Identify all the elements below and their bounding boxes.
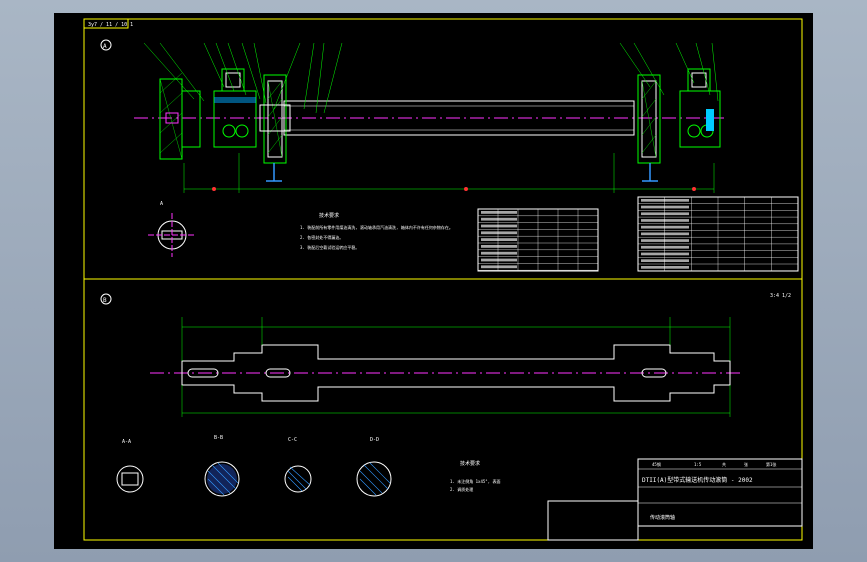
svg-text:共: 共: [722, 461, 726, 467]
revision-table: [547, 500, 639, 541]
parts-row-text: [641, 225, 689, 229]
parts-row-text: [641, 219, 689, 222]
tech-req-line-3: 3. 装配后空载试验运转应平稳。: [300, 244, 359, 250]
parts-row-text: [481, 217, 517, 221]
svg-text:张: 张: [744, 461, 748, 467]
tech-req-heading: 技术要求: [319, 212, 339, 219]
svg-text:45钢: 45钢: [652, 461, 661, 467]
svg-text:C-C: C-C: [288, 437, 297, 443]
svg-text:D-D: D-D: [370, 437, 379, 443]
tech-req-line-2: 2. 各密封处不得漏油。: [300, 234, 343, 240]
parts-row-text: [481, 265, 517, 269]
svg-text:A-A: A-A: [122, 439, 131, 445]
view-a-label: A: [103, 43, 107, 50]
svg-text:第1张: 第1张: [766, 461, 776, 467]
parts-row-text: [641, 205, 689, 209]
lower-req-heading: 技术要求: [460, 460, 480, 467]
lower-req-line-2: 2. 调质处理: [450, 486, 473, 492]
upper-assembly-view: A A 技术要求 1. 装配前所有零件用煤油清洗, 滚动轴承用汽油清洗, 箱体内…: [100, 39, 799, 272]
parts-row-text: [641, 199, 689, 202]
title-block: DTII(A)型带式输送机传动滚筒 - 2002 传动滚筒轴 45钢 1:5 共…: [637, 458, 803, 527]
tech-req-line-1: 1. 装配前所有零件用煤油清洗, 滚动轴承用汽油清洗, 箱体内不许有任何杂物存在…: [300, 224, 453, 230]
view-b-label: B: [103, 297, 107, 304]
parts-row-text: [641, 239, 689, 242]
section-a-label: A: [160, 201, 163, 207]
parts-row-text: [481, 251, 517, 255]
parts-row-text: [641, 245, 689, 249]
cad-drawing: 3y7 / 11 / 10 1 A A 技术要求 1. 装配前所有零件用煤油清洗…: [83, 18, 803, 541]
parts-row-text: [641, 212, 689, 216]
corner-tag-text: 3y7 / 11 / 10 1: [88, 22, 133, 28]
lower-shaft-view: B 3:4 1/2 A-A B-B C-C D-D 技术要求 1. 未注倒角 1…: [100, 293, 803, 541]
section-views: A-A B-B C-C D-D: [116, 435, 392, 497]
title-block-main-title: DTII(A)型带式输送机传动滚筒 - 2002: [642, 476, 753, 484]
scale-note: 3:4 1/2: [770, 293, 791, 299]
parts-row-text: [641, 259, 689, 262]
parts-row-text: [481, 211, 517, 214]
parts-table-grid: [477, 208, 598, 271]
svg-text:B-B: B-B: [214, 435, 223, 441]
parts-row-text: [481, 224, 517, 228]
parts-row-text: [641, 232, 689, 236]
title-block-subtitle: 传动滚筒轴: [650, 514, 675, 521]
svg-text:1:5: 1:5: [694, 462, 702, 467]
parts-row-text: [641, 266, 689, 269]
drawing-canvas[interactable]: 3y7 / 11 / 10 1 A A 技术要求 1. 装配前所有零件用煤油清洗…: [54, 13, 813, 549]
lower-req-line-1: 1. 未注倒角 1x45°, 表面: [450, 478, 501, 484]
parts-row-text: [481, 231, 517, 235]
parts-row-text: [641, 252, 689, 256]
parts-row-text: [481, 258, 517, 262]
parts-row-text: [481, 245, 517, 248]
parts-row-text: [481, 238, 517, 241]
parts-table-grid: [637, 196, 798, 271]
